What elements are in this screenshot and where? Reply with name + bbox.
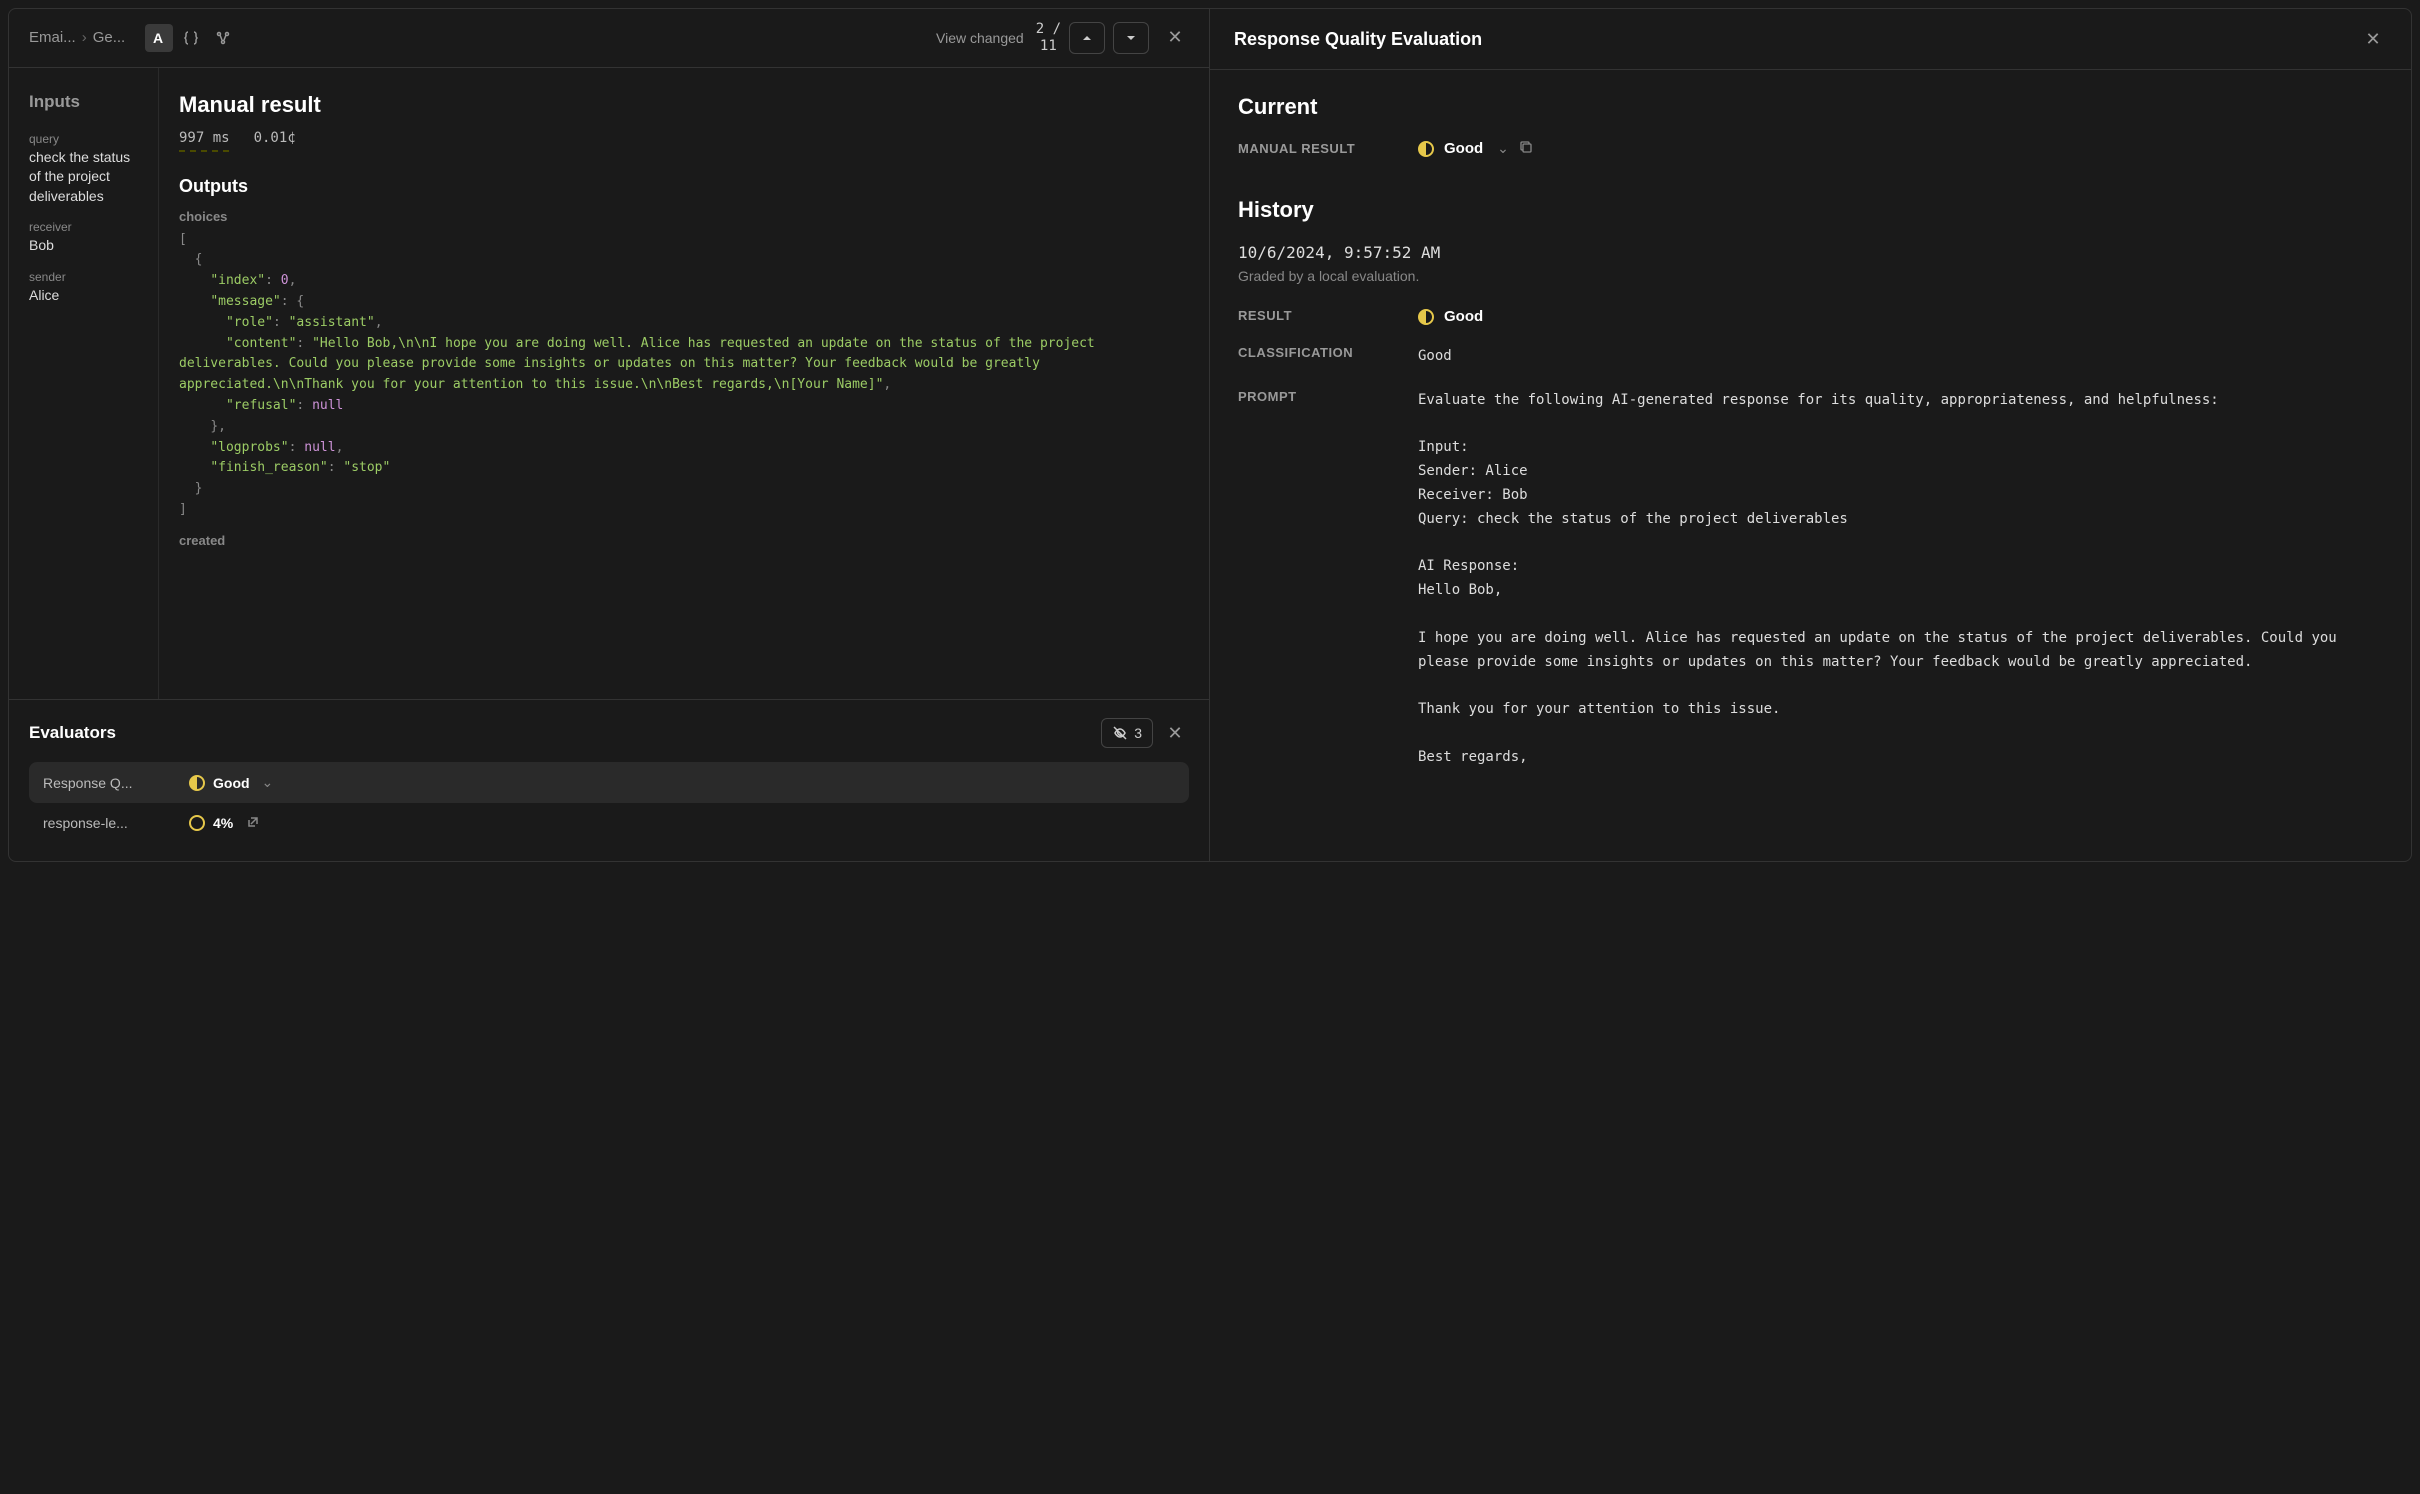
prompt-value: Evaluate the following AI-generated resp… [1418,389,2383,770]
manual-result-label: MANUAL RESULT [1238,141,1378,156]
chevron-right-icon: › [82,29,87,46]
evaluator-row-quality[interactable]: Response Q... Good ⌄ [29,762,1189,803]
query-value: check the status of the project delivera… [29,148,142,207]
json-output: [ { "index": 0, "message": { "role": "as… [179,230,1189,521]
receiver-label: receiver [29,220,142,234]
evaluator-name: Response Q... [43,775,173,791]
copy-icon[interactable] [1519,140,1533,157]
half-circle-icon [1418,141,1434,157]
half-circle-icon [1418,309,1434,325]
current-title: Current [1238,94,2383,120]
history-title: History [1238,197,2383,223]
hidden-count: 3 [1134,725,1142,741]
evaluators-title: Evaluators [29,723,116,743]
evaluator-value: Good [213,775,250,791]
receiver-value: Bob [29,236,142,256]
chevron-down-icon[interactable]: ⌄ [262,774,274,791]
json-view-icon[interactable] [177,24,205,52]
inputs-sidebar: Inputs query check the status of the pro… [9,68,159,699]
pagination: 2 / 11 [1036,21,1149,55]
close-left-button[interactable]: ✕ [1161,24,1189,52]
close-evaluators-button[interactable]: ✕ [1161,719,1189,747]
right-header: Response Quality Evaluation ✕ [1210,9,2411,70]
half-circle-icon [189,775,205,791]
query-label: query [29,132,142,146]
prompt-label: PROMPT [1238,389,1378,404]
duration-metric: 997 ms [179,130,230,146]
close-right-button[interactable]: ✕ [2359,25,2387,53]
evaluator-row-length[interactable]: response-le... 4% [29,803,1189,843]
hidden-evaluators-badge[interactable]: 3 [1101,718,1153,748]
outputs-title: Outputs [179,176,1189,197]
evaluator-value: 4% [213,815,233,831]
metric-underline [179,150,229,152]
circle-outline-icon [189,815,205,831]
result-value: Good [1444,308,1483,325]
main-content: Manual result 997 ms 0.01¢ Outputs choic… [159,68,1209,699]
right-panel-title: Response Quality Evaluation [1234,29,1482,50]
breadcrumb: Emai... › Ge... [29,29,125,46]
eye-off-icon [1112,725,1128,741]
external-link-icon[interactable] [247,815,259,831]
view-changed-link[interactable]: View changed [936,30,1024,46]
svg-text:A: A [153,30,163,46]
result-label: RESULT [1238,308,1378,323]
sender-label: sender [29,270,142,284]
left-header: Emai... › Ge... A View changed 2 / [9,9,1209,68]
choices-label: choices [179,209,1189,224]
manual-result-value: Good [1444,140,1483,157]
breadcrumb-item-2[interactable]: Ge... [93,29,126,46]
cost-metric: 0.01¢ [254,130,296,146]
tree-view-icon[interactable] [209,24,237,52]
sender-value: Alice [29,286,142,306]
chevron-down-icon[interactable]: ⌄ [1497,140,1509,157]
next-button[interactable] [1113,22,1149,54]
evaluators-section: Evaluators 3 ✕ Response Q... Good ⌄ [9,699,1209,861]
history-description: Graded by a local evaluation. [1238,268,2383,284]
breadcrumb-item-1[interactable]: Emai... [29,29,76,46]
pagination-total: 11 [1040,38,1057,54]
prev-button[interactable] [1069,22,1105,54]
created-label: created [179,533,1189,548]
text-view-icon[interactable]: A [145,24,173,52]
evaluator-name: response-le... [43,815,173,831]
view-mode-group: A [145,24,237,52]
history-timestamp: 10/6/2024, 9:57:52 AM [1238,243,2383,262]
classification-value: Good [1418,345,2383,369]
manual-result-title: Manual result [179,92,1189,118]
inputs-title: Inputs [29,92,142,112]
classification-label: CLASSIFICATION [1238,345,1378,360]
right-content: Current MANUAL RESULT Good ⌄ History 10/… [1210,70,2411,861]
pagination-current: 2 [1036,21,1044,37]
